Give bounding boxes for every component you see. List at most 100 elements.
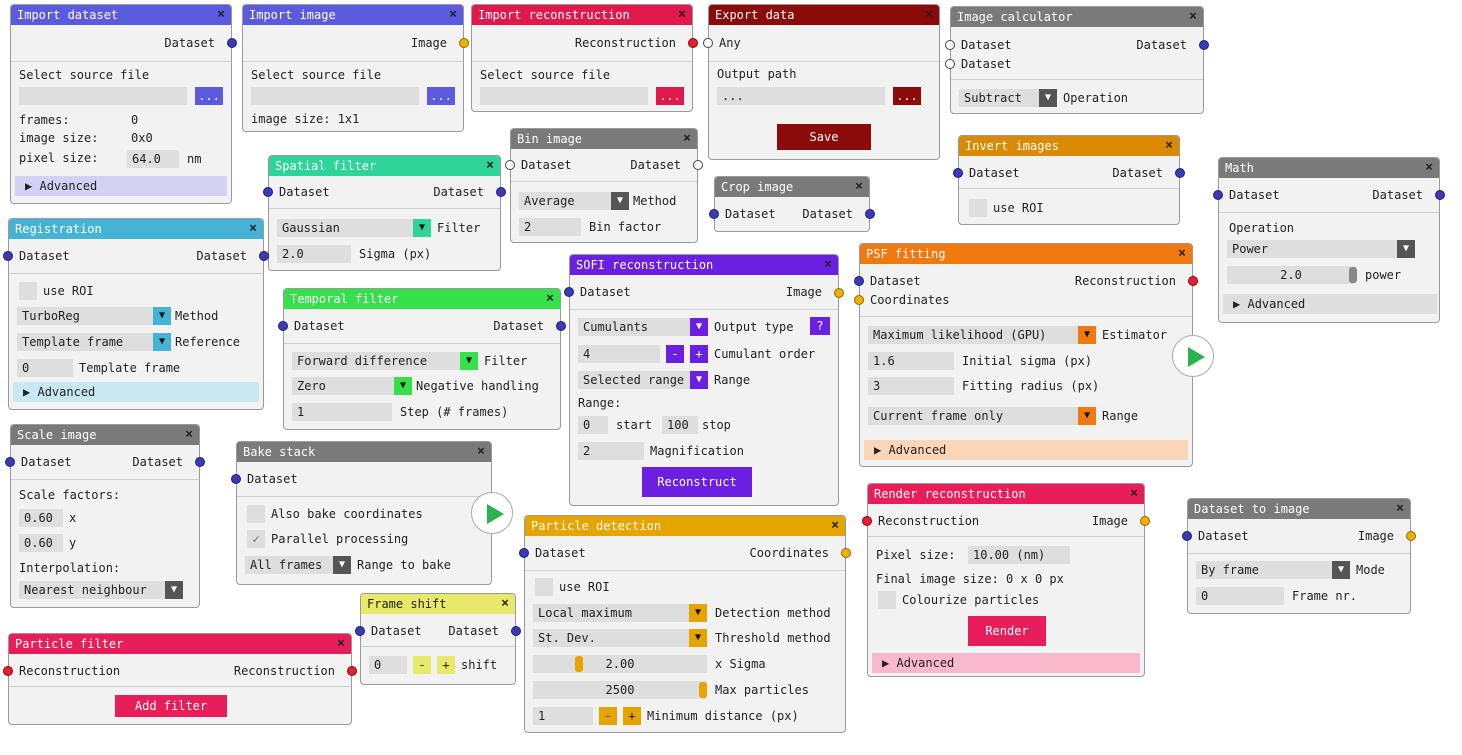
sigma-field[interactable]: 2.0 [277, 245, 351, 263]
bin-factor-field[interactable]: 2 [519, 218, 581, 236]
fitting-radius-field[interactable]: 3 [868, 377, 954, 395]
node-header[interactable]: Import reconstruction × [472, 5, 692, 25]
node-frame-shift[interactable]: Frame shift × Dataset Dataset 0 - + shift [355, 593, 521, 685]
node-particle-detection[interactable]: Particle detection × Dataset Coordinates … [519, 515, 851, 733]
start-field[interactable]: 0 [578, 416, 608, 434]
close-icon[interactable]: × [678, 5, 686, 25]
node-header[interactable]: Crop image × [715, 177, 869, 197]
node-header[interactable]: Invert images × [959, 136, 1179, 156]
close-icon[interactable]: × [1425, 158, 1433, 178]
range-select[interactable]: All frames [245, 556, 333, 574]
play-icon[interactable] [471, 492, 513, 534]
slider-handle[interactable] [575, 656, 583, 672]
chevron-down-icon[interactable]: ▼ [689, 604, 707, 622]
node-import-image[interactable]: Import image × Image Select source file .… [242, 4, 469, 132]
close-icon[interactable]: × [449, 5, 457, 25]
output-pin[interactable] [688, 38, 698, 48]
slider-handle[interactable] [699, 682, 707, 698]
colourize-checkbox[interactable] [878, 591, 896, 609]
chevron-down-icon[interactable]: ▼ [394, 377, 412, 395]
node-render-reconstruction[interactable]: Render reconstruction × Reconstruction Im… [862, 483, 1150, 677]
node-math[interactable]: Math × Dataset Dataset Operation Power ▼ … [1213, 157, 1445, 323]
chevron-down-icon[interactable]: ▼ [690, 318, 708, 336]
input-pin[interactable] [505, 160, 515, 170]
node-header[interactable]: Render reconstruction × [868, 484, 1144, 504]
output-pin[interactable] [1175, 168, 1185, 178]
slider-handle[interactable] [1349, 267, 1357, 283]
use-roi-checkbox[interactable] [535, 578, 553, 596]
output-pin[interactable] [459, 38, 469, 48]
close-icon[interactable]: × [217, 5, 225, 25]
chevron-down-icon[interactable]: ▼ [1078, 407, 1096, 425]
input-pin[interactable] [1213, 190, 1223, 200]
node-header[interactable]: Bin image × [511, 129, 697, 149]
node-import-dataset[interactable]: Import dataset × Dataset Select source fi… [10, 4, 237, 204]
node-header[interactable]: Particle filter × [9, 634, 351, 654]
input-pin[interactable] [945, 40, 955, 50]
close-icon[interactable]: × [185, 425, 193, 445]
node-sofi-reconstruction[interactable]: SOFI reconstruction × Dataset Image Cumul… [564, 254, 844, 506]
output-pin[interactable] [227, 38, 237, 48]
input-pin[interactable] [355, 626, 365, 636]
node-header[interactable]: Particle detection × [525, 516, 845, 536]
output-pin[interactable] [195, 457, 205, 467]
range-select[interactable]: Current frame only [868, 407, 1078, 425]
chevron-down-icon[interactable]: ▼ [413, 219, 431, 237]
close-icon[interactable]: × [337, 634, 345, 654]
power-slider[interactable]: 2.0 [1227, 266, 1355, 284]
input-pin[interactable] [953, 168, 963, 178]
browse-button[interactable]: ... [656, 87, 684, 105]
path-field[interactable] [251, 87, 419, 105]
output-pin[interactable] [496, 187, 506, 197]
operation-select[interactable]: Power [1227, 240, 1397, 258]
output-pin[interactable] [693, 160, 703, 170]
use-roi-checkbox[interactable] [19, 282, 37, 300]
chevron-down-icon[interactable]: ▼ [165, 581, 183, 599]
output-pin[interactable] [1435, 190, 1445, 200]
shift-field[interactable]: 0 [369, 656, 407, 674]
close-icon[interactable]: × [486, 156, 494, 176]
node-registration[interactable]: Registration × Dataset Dataset use ROI Tu… [3, 218, 269, 410]
node-image-calculator[interactable]: Image calculator × Dataset Dataset Datase… [945, 6, 1209, 114]
close-icon[interactable]: × [249, 219, 257, 239]
input-pin[interactable] [519, 548, 529, 558]
node-header[interactable]: Export data × [709, 5, 939, 25]
bake-coordinates-checkbox[interactable] [247, 505, 265, 523]
min-distance-field[interactable]: 1 [533, 707, 593, 725]
output-pin[interactable] [1406, 531, 1416, 541]
input-pin[interactable] [1182, 531, 1192, 541]
node-header[interactable]: Import dataset × [11, 5, 231, 25]
node-bake-stack[interactable]: Bake stack × Dataset Also bake coordinate… [231, 441, 513, 585]
advanced-toggle[interactable]: ▶ Advanced [15, 176, 227, 196]
browse-button[interactable]: ... [893, 87, 921, 105]
parallel-processing-checkbox[interactable]: ✓ [247, 530, 265, 548]
browse-button[interactable]: ... [427, 87, 455, 105]
output-pin[interactable] [865, 209, 875, 219]
close-icon[interactable]: × [1165, 136, 1173, 156]
close-icon[interactable]: × [1396, 499, 1404, 519]
node-header[interactable]: Spatial filter × [269, 156, 500, 176]
close-icon[interactable]: × [546, 289, 554, 309]
pixel-size-field[interactable]: 10.00 (nm) [968, 546, 1070, 564]
initial-sigma-field[interactable]: 1.6 [868, 352, 954, 370]
output-pin[interactable] [511, 626, 521, 636]
node-temporal-filter[interactable]: Temporal filter × Dataset Dataset Forward… [278, 288, 566, 430]
input-pin[interactable] [862, 516, 872, 526]
node-header[interactable]: PSF fitting × [860, 244, 1192, 264]
node-header[interactable]: Math × [1219, 158, 1439, 178]
input-pin[interactable] [564, 287, 574, 297]
output-pin[interactable] [1140, 516, 1150, 526]
chevron-down-icon[interactable]: ▼ [460, 352, 478, 370]
scale-x-field[interactable]: 0.60 [19, 509, 63, 527]
node-header[interactable]: Temporal filter × [284, 289, 560, 309]
filter-select[interactable]: Gaussian [277, 219, 413, 237]
input-pin[interactable] [278, 321, 288, 331]
chevron-down-icon[interactable]: ▼ [1078, 326, 1096, 344]
output-pin[interactable] [1199, 40, 1209, 50]
add-filter-button[interactable]: Add filter [115, 695, 227, 717]
path-field[interactable] [19, 87, 187, 105]
max-particles-slider[interactable]: 2500 [533, 681, 707, 699]
output-path-field[interactable]: ... [717, 87, 885, 105]
close-icon[interactable]: × [1130, 484, 1138, 504]
filter-select[interactable]: Forward difference [292, 352, 460, 370]
